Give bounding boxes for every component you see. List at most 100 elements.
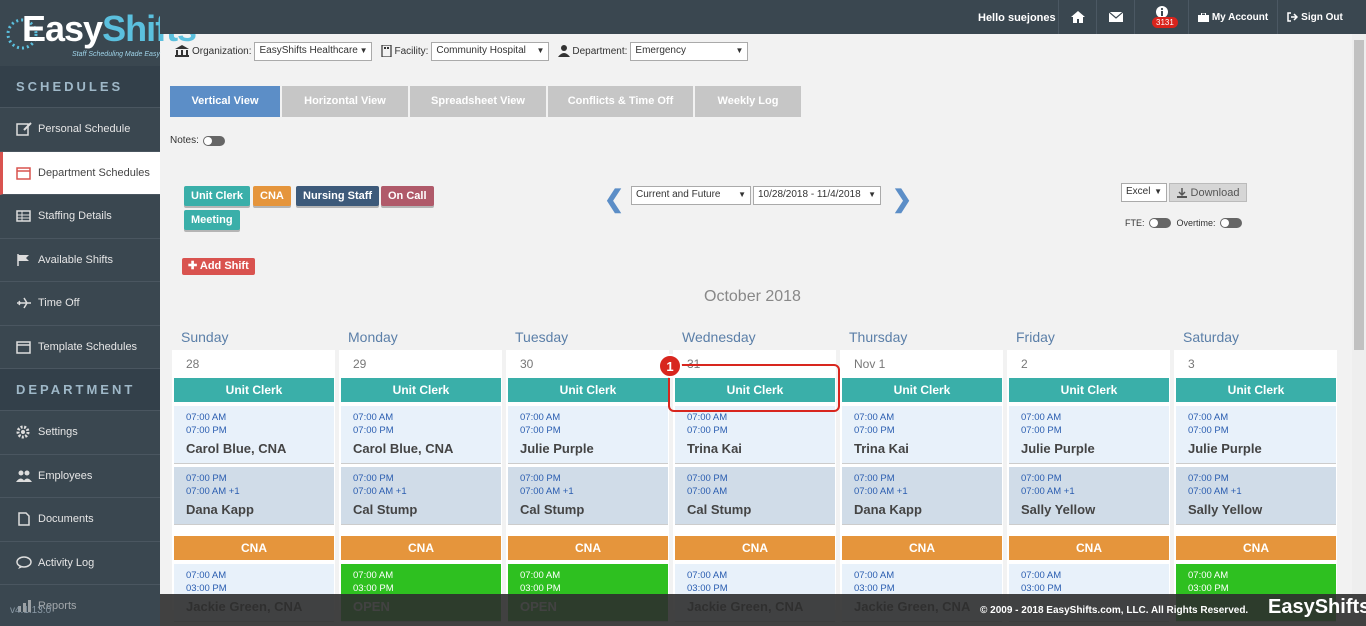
- role-header-unit-clerk[interactable]: Unit Clerk: [508, 378, 668, 402]
- sidebar-item-documents[interactable]: Documents: [0, 498, 160, 542]
- shift-card[interactable]: 07:00 AM 07:00 PM Carol Blue, CNA: [341, 406, 501, 464]
- shift-end: 07:00 AM +1: [1021, 486, 1075, 497]
- shift-card[interactable]: 07:00 PM 07:00 AM +1 Cal Stump: [341, 467, 501, 525]
- role-header-cna[interactable]: CNA: [341, 536, 501, 560]
- department-label: Department:: [572, 45, 628, 57]
- sidebar-item-staffing-details[interactable]: Staffing Details: [0, 195, 160, 239]
- shift-start: 07:00 AM: [520, 412, 561, 423]
- my-account-button[interactable]: My Account: [1188, 0, 1277, 34]
- organization-select[interactable]: EasyShifts Healthcare: [254, 41, 373, 61]
- tab-conflicts-time-off[interactable]: Conflicts & Time Off: [548, 86, 693, 117]
- role-header-cna[interactable]: CNA: [675, 536, 835, 560]
- day-name: Friday: [1016, 329, 1055, 345]
- tab-weekly-log[interactable]: Weekly Log: [695, 86, 801, 117]
- range-select[interactable]: Current and Future: [631, 186, 751, 205]
- shift-card[interactable]: 07:00 PM 07:00 AM +1 Cal Stump: [508, 467, 668, 525]
- role-header-cna[interactable]: CNA: [1176, 536, 1336, 560]
- shift-card[interactable]: 07:00 AM 07:00 PM Carol Blue, CNA: [174, 406, 334, 464]
- sidebar-item-personal-schedule[interactable]: Personal Schedule: [0, 108, 160, 152]
- sidebar-item-time-off[interactable]: Time Off: [0, 282, 160, 326]
- notes-toggle[interactable]: [202, 135, 225, 146]
- shift-card[interactable]: 07:00 PM 07:00 AM +1 Dana Kapp: [842, 467, 1002, 525]
- shift-card[interactable]: 07:00 PM 07:00 AM +1 Dana Kapp: [174, 467, 334, 525]
- tab-horizontal-view[interactable]: Horizontal View: [282, 86, 408, 117]
- app-logo[interactable]: EasyShifts Staff Scheduling Made Easy: [0, 0, 197, 66]
- date-range-select[interactable]: 10/28/2018 - 11/4/2018: [753, 186, 881, 205]
- shift-end: 07:00 PM: [186, 425, 227, 436]
- shift-employee: Trina Kai: [854, 441, 909, 456]
- role-header-cna[interactable]: CNA: [174, 536, 334, 560]
- day-name: Sunday: [181, 329, 229, 345]
- role-header-unit-clerk[interactable]: Unit Clerk: [341, 378, 501, 402]
- shift-start: 07:00 AM: [687, 570, 728, 581]
- role-header-unit-clerk[interactable]: Unit Clerk: [842, 378, 1002, 402]
- sidebar-item-activity-log[interactable]: Activity Log: [0, 541, 160, 585]
- sign-out-icon: [1287, 12, 1299, 22]
- prev-week-chevron-icon[interactable]: ❮: [604, 185, 624, 214]
- section-department: DEPARTMENT: [0, 369, 160, 411]
- tag-meeting[interactable]: Meeting: [184, 210, 240, 230]
- sidebar-item-department-schedules[interactable]: Department Schedules: [0, 151, 160, 195]
- shift-start: 07:00 AM: [854, 570, 895, 581]
- shift-end: 07:00 AM +1: [520, 486, 574, 497]
- day-name: Wednesday: [682, 329, 756, 345]
- role-header-cna[interactable]: CNA: [1009, 536, 1169, 560]
- role-header-cna[interactable]: CNA: [508, 536, 668, 560]
- shift-card[interactable]: 07:00 AM 07:00 PM Trina Kai: [842, 406, 1002, 464]
- fte-toggle[interactable]: [1148, 218, 1171, 228]
- overtime-label: Overtime:: [1176, 218, 1216, 228]
- plus-icon: ✚: [188, 260, 200, 272]
- tag-on-call[interactable]: On Call: [381, 186, 434, 206]
- shift-end: 07:00 PM: [1021, 425, 1062, 436]
- tab-spreadsheet-view[interactable]: Spreadsheet View: [410, 86, 546, 117]
- export-format-select[interactable]: Excel: [1121, 183, 1167, 202]
- organization-label: Organization:: [192, 45, 252, 57]
- next-week-chevron-icon[interactable]: ❯: [892, 185, 912, 214]
- shift-card[interactable]: 07:00 AM 07:00 PM Trina Kai: [675, 406, 835, 464]
- shift-card[interactable]: 07:00 AM 07:00 PM Julie Purple: [508, 406, 668, 464]
- role-header-unit-clerk[interactable]: Unit Clerk: [1176, 378, 1336, 402]
- shift-start: 07:00 AM: [186, 412, 227, 423]
- sidebar-item-employees[interactable]: Employees: [0, 454, 160, 498]
- footer: © 2009 - 2018 EasyShifts.com, LLC. All R…: [160, 594, 1366, 626]
- chat-icon: [16, 556, 32, 569]
- role-header-cna[interactable]: CNA: [842, 536, 1002, 560]
- section-schedules: SCHEDULES: [0, 66, 160, 108]
- facility-label: Facility:: [394, 45, 429, 57]
- shift-employee: Sally Yellow: [1021, 502, 1096, 517]
- shift-card[interactable]: 07:00 AM 07:00 PM Julie Purple: [1009, 406, 1169, 464]
- day-number: 28: [186, 357, 200, 371]
- download-button[interactable]: Download: [1169, 183, 1247, 202]
- document-icon: [18, 512, 30, 526]
- shift-card[interactable]: 07:00 PM 07:00 AM Cal Stump: [675, 467, 835, 525]
- tab-vertical-view[interactable]: Vertical View: [170, 86, 280, 117]
- overtime-toggle[interactable]: [1219, 218, 1242, 228]
- scrollbar-thumb[interactable]: [1354, 40, 1364, 350]
- tag-cna[interactable]: CNA: [253, 186, 291, 206]
- tag-unit-clerk[interactable]: Unit Clerk: [184, 186, 250, 206]
- home-button[interactable]: [1058, 0, 1096, 34]
- shift-card[interactable]: 07:00 PM 07:00 AM +1 Sally Yellow: [1009, 467, 1169, 525]
- scrollbar[interactable]: [1352, 34, 1366, 594]
- shift-card[interactable]: 07:00 AM 07:00 PM Julie Purple: [1176, 406, 1336, 464]
- shift-end: 07:00 AM +1: [854, 486, 908, 497]
- facility-select[interactable]: Community Hospital: [431, 41, 550, 61]
- shift-card[interactable]: 07:00 PM 07:00 AM +1 Sally Yellow: [1176, 467, 1336, 525]
- role-header-unit-clerk[interactable]: Unit Clerk: [174, 378, 334, 402]
- sidebar-item-settings[interactable]: Settings: [0, 411, 160, 455]
- sign-out-button[interactable]: Sign Out: [1277, 0, 1352, 34]
- envelope-icon: [1108, 12, 1123, 22]
- messages-button[interactable]: [1096, 0, 1134, 34]
- shift-end: 07:00 AM +1: [353, 486, 407, 497]
- add-shift-button[interactable]: ✚ Add Shift: [182, 258, 255, 275]
- day-name: Saturday: [1183, 329, 1240, 345]
- role-header-unit-clerk[interactable]: Unit Clerk: [1009, 378, 1169, 402]
- sidebar-item-template-schedules[interactable]: Template Schedules: [0, 325, 160, 369]
- fte-overtime-toggles: FTE: Overtime:: [1125, 218, 1242, 228]
- version-label: v4.1.13.0: [10, 605, 52, 616]
- user-group-icon: [558, 45, 571, 57]
- download-icon: [1176, 187, 1187, 198]
- department-select[interactable]: Emergency: [630, 41, 749, 61]
- tag-nursing-staff[interactable]: Nursing Staff: [296, 186, 380, 206]
- sidebar-item-available-shifts[interactable]: Available Shifts: [0, 238, 160, 282]
